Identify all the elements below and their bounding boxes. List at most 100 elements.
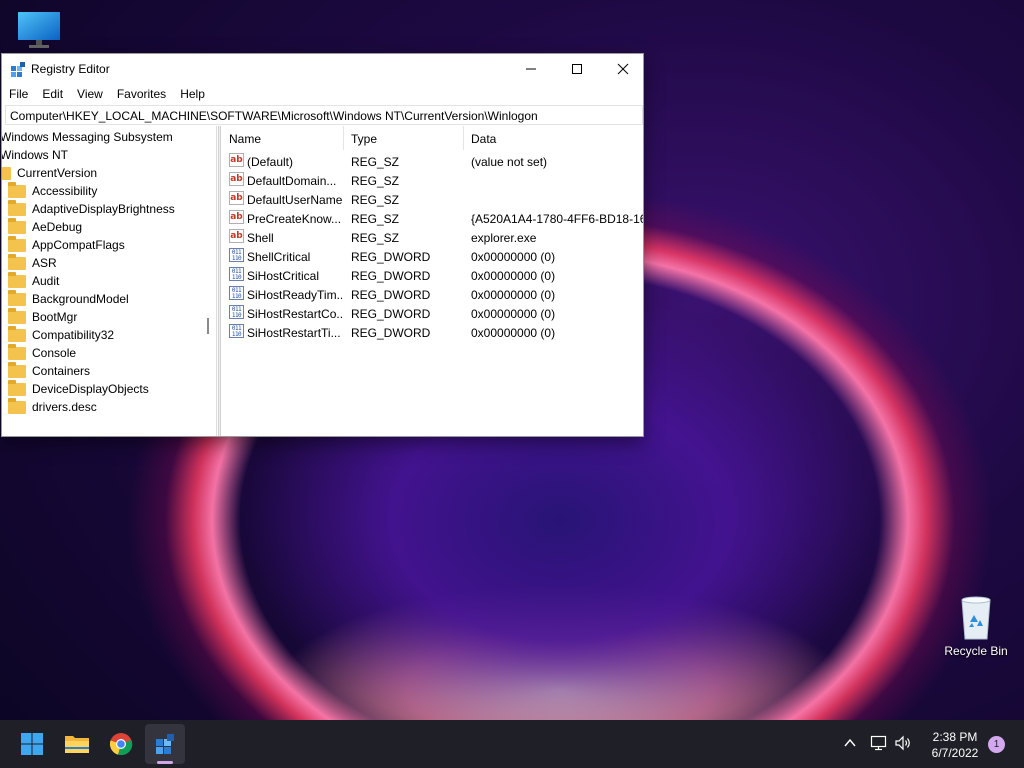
column-header-data[interactable]: Data [464, 126, 643, 150]
maximize-button[interactable] [554, 54, 600, 84]
registry-editor-window: Registry Editor File Edit View Favorites… [1, 53, 644, 437]
taskbar: 2:38 PM 6/7/2022 [0, 720, 1024, 768]
column-header-type[interactable]: Type [344, 126, 464, 150]
this-pc-icon[interactable] [16, 10, 62, 50]
folder-icon [8, 199, 26, 216]
tree-item-devicedisplayobjects[interactable]: DeviceDisplayObjects [8, 379, 149, 398]
start-button[interactable] [12, 724, 52, 764]
tree-item-label: AdaptiveDisplayBrightness [32, 202, 175, 216]
value-type: REG_SZ [351, 231, 400, 245]
recycle-bin[interactable]: Recycle Bin [942, 596, 1010, 658]
tree-item-containers[interactable]: Containers [8, 361, 91, 380]
tree-item-adaptivedisplaybrightness[interactable]: AdaptiveDisplayBrightness [8, 199, 175, 218]
folder-icon [8, 325, 26, 342]
values-list-pane[interactable]: Name Type Data ab (Default) REG_SZ (valu… [222, 126, 643, 436]
folder-icon [8, 307, 26, 324]
folder-icon [8, 361, 26, 378]
tree-item-windows-messaging-subsystem[interactable]: Windows Messaging Subsystem [2, 128, 173, 146]
value-name: SiHostReadyTim... [247, 288, 342, 302]
value-row[interactable]: 011 110 SiHostReadyTim... REG_DWORD 0x000… [222, 285, 643, 304]
menu-favorites[interactable]: Favorites [110, 84, 173, 104]
pane-splitter[interactable] [218, 126, 221, 436]
tree-item-drivers-desc[interactable]: drivers.desc [8, 397, 97, 416]
tree-item-aedebug[interactable]: AeDebug [8, 217, 83, 236]
value-row[interactable]: ab DefaultDomain... REG_SZ [222, 171, 643, 190]
value-type: REG_SZ [351, 155, 400, 169]
tree-item-label: CurrentVersion [17, 166, 98, 180]
value-name: ShellCritical [247, 250, 311, 264]
close-button[interactable] [600, 54, 646, 84]
file-explorer-button[interactable] [57, 724, 97, 764]
minimize-button[interactable] [508, 54, 554, 84]
clock-time: 2:38 PM [932, 730, 978, 744]
tree-item-label: Windows NT [2, 148, 69, 162]
notification-badge[interactable]: 1 [988, 736, 1005, 753]
menu-view[interactable]: View [70, 84, 110, 104]
recycle-bin-label: Recycle Bin [944, 644, 1008, 658]
tree-item-label: Containers [32, 364, 91, 378]
tree-item-label: Accessibility [32, 184, 98, 198]
tree-item-currentversion[interactable]: CurrentVersion [2, 164, 97, 182]
tree-item-accessibility[interactable]: Accessibility [8, 181, 98, 200]
taskbar-clock[interactable]: 2:38 PM 6/7/2022 [918, 729, 992, 761]
tree-item-asr[interactable]: ASR [8, 253, 57, 272]
column-header-name[interactable]: Name [222, 126, 344, 150]
network-button[interactable] [870, 735, 888, 754]
tree-item-compatibility32[interactable]: Compatibility32 [8, 325, 114, 344]
menu-edit[interactable]: Edit [35, 84, 70, 104]
value-row[interactable]: 011 110 ShellCritical REG_DWORD 0x0000000… [222, 247, 643, 266]
tree-item-bootmgr[interactable]: BootMgr [8, 307, 78, 326]
registry-editor-icon [156, 734, 174, 754]
folder-icon [8, 235, 26, 252]
folder-icon [8, 397, 26, 414]
key-tree-pane[interactable]: Windows Messaging Subsystem Windows NT C… [2, 126, 217, 436]
recycle-bin-icon [959, 596, 993, 640]
value-row[interactable]: ab DefaultUserName REG_SZ [222, 190, 643, 209]
value-row[interactable]: 011 110 SiHostCritical REG_DWORD 0x000000… [222, 266, 643, 285]
tree-item-label: drivers.desc [32, 400, 97, 414]
value-row[interactable]: ab Shell REG_SZ explorer.exe [222, 228, 643, 247]
tree-item-audit[interactable]: Audit [8, 271, 59, 290]
menu-file[interactable]: File [2, 84, 35, 104]
value-type: REG_SZ [351, 212, 400, 226]
value-name: (Default) [247, 155, 294, 169]
value-row[interactable]: 011 110 SiHostRestartCo... REG_DWORD 0x00… [222, 304, 643, 323]
address-bar[interactable]: Computer\HKEY_LOCAL_MACHINE\SOFTWARE\Mic… [5, 105, 643, 125]
tree-vertical-scrollbar[interactable] [207, 318, 209, 334]
string-value-icon: ab [229, 229, 244, 243]
tree-item-appcompatflags[interactable]: AppCompatFlags [8, 235, 125, 254]
value-row[interactable]: ab (Default) REG_SZ (value not set) [222, 152, 643, 171]
volume-button[interactable] [894, 735, 912, 754]
binary-value-icon: 011 110 [229, 324, 244, 338]
tree-item-console[interactable]: Console [8, 343, 76, 362]
folder-icon [8, 253, 26, 270]
tree-item-label: Windows Messaging Subsystem [2, 130, 173, 144]
folder-open-icon [2, 166, 11, 180]
folder-icon [8, 289, 26, 306]
show-hidden-icons-button[interactable] [843, 736, 857, 753]
folder-icon [8, 271, 26, 288]
folder-icon [8, 217, 26, 234]
string-value-icon: ab [229, 172, 244, 186]
registry-editor-icon [10, 62, 26, 78]
speaker-icon [895, 735, 910, 751]
tree-item-backgroundmodel[interactable]: BackgroundModel [8, 289, 129, 308]
chrome-button[interactable] [101, 724, 141, 764]
tree-item-label: AeDebug [32, 220, 83, 234]
menu-help[interactable]: Help [173, 84, 212, 104]
string-value-icon: ab [229, 191, 244, 205]
value-data: explorer.exe [471, 231, 537, 245]
title-bar[interactable]: Registry Editor [2, 54, 643, 84]
chevron-up-icon [844, 738, 856, 747]
tree-item-windows-nt[interactable]: Windows NT [2, 146, 68, 164]
registry-editor-taskbar-button[interactable] [145, 724, 185, 764]
menu-bar: File Edit View Favorites Help [2, 84, 212, 104]
value-type: REG_DWORD [351, 269, 431, 283]
folder-icon [8, 181, 26, 198]
value-row[interactable]: ab PreCreateKnow... REG_SZ {A520A1A4-178… [222, 209, 643, 228]
tree-item-label: BootMgr [32, 310, 78, 324]
value-row[interactable]: 011 110 SiHostRestartTi... REG_DWORD 0x00… [222, 323, 643, 342]
string-value-icon: ab [229, 210, 244, 224]
folder-icon [8, 379, 26, 396]
value-name: SiHostCritical [247, 269, 320, 283]
